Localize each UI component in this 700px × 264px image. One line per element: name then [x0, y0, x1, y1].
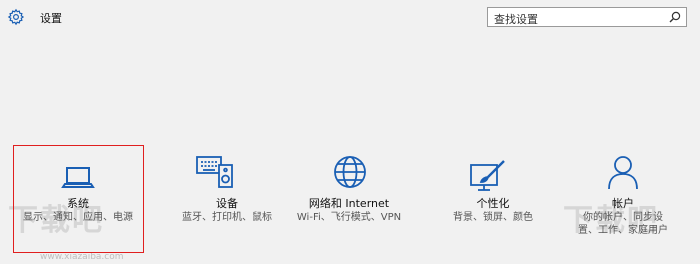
- tile-name: 网络和 Internet: [308, 197, 390, 210]
- tile-desc: 蓝牙、打印机、鼠标: [182, 212, 272, 223]
- search-icon[interactable]: [669, 11, 681, 23]
- tile-name: 个性化: [476, 197, 510, 210]
- tile-desc: 背景、锁屏、颜色: [453, 212, 533, 223]
- page-title: 设置: [40, 12, 62, 25]
- personalization-icon: [470, 160, 505, 191]
- person-icon: [608, 156, 638, 190]
- globe-icon: [334, 156, 366, 188]
- selection-highlight: [13, 145, 144, 253]
- tile-desc: Wi-Fi、飞行模式、VPN: [296, 212, 402, 223]
- tile-name: 帐户: [612, 197, 634, 210]
- gear-icon[interactable]: [7, 8, 25, 26]
- search-box[interactable]: [487, 7, 687, 29]
- devices-icon: [196, 156, 233, 188]
- search-input[interactable]: [488, 10, 664, 29]
- watermark-url: www.xiazaiba.com: [40, 252, 124, 262]
- tile-name: 设备: [216, 197, 238, 210]
- tile-desc: 你的帐户、同步设置、工作、家庭用户: [578, 212, 668, 236]
